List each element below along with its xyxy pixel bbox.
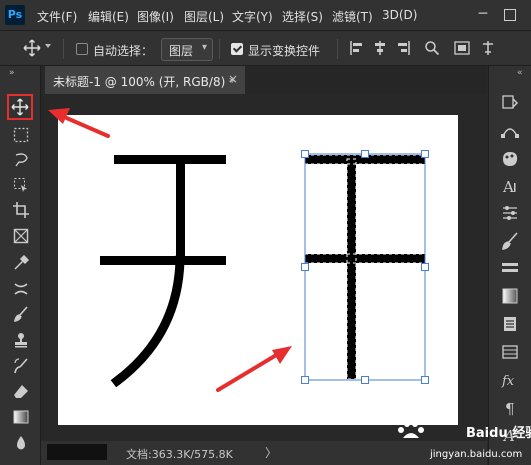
gradients-icon[interactable] [501, 287, 519, 305]
right-panel-dock: « A fx ¶ A [488, 66, 531, 465]
annotation-arrows [48, 108, 292, 392]
channels-icon[interactable] [501, 343, 519, 361]
status-bar [41, 441, 487, 465]
glyphs-icon[interactable]: fx [501, 371, 519, 389]
adjustments-icon[interactable] [501, 204, 519, 222]
paths-icon[interactable] [501, 122, 519, 140]
document-info: 文档:363.3K/575.8K [126, 448, 233, 461]
svg-text:fx: fx [501, 374, 515, 389]
history-icon[interactable] [501, 94, 519, 112]
paragraph-icon[interactable]: ¶ [501, 399, 519, 417]
watermark-text: Baidu 经验 [466, 426, 531, 441]
arrow-to-move-tool [48, 108, 110, 138]
swatches-icon[interactable] [501, 259, 519, 277]
arrow-to-selection [216, 346, 292, 392]
brushes-icon[interactable] [501, 232, 519, 250]
status-menu-chevron-icon[interactable]: 〉 [265, 444, 277, 461]
color-icon[interactable] [501, 150, 519, 168]
character-icon[interactable]: A [501, 177, 519, 195]
svg-text:¶: ¶ [505, 400, 515, 417]
collapse-icon[interactable]: « [517, 68, 523, 78]
watermark-url: jingyan.baidu.com [430, 449, 523, 460]
svg-text:A: A [502, 178, 514, 195]
zoom-field[interactable] [47, 444, 107, 460]
layers-icon[interactable] [501, 315, 519, 333]
baidu-logo-watermark [398, 421, 424, 438]
